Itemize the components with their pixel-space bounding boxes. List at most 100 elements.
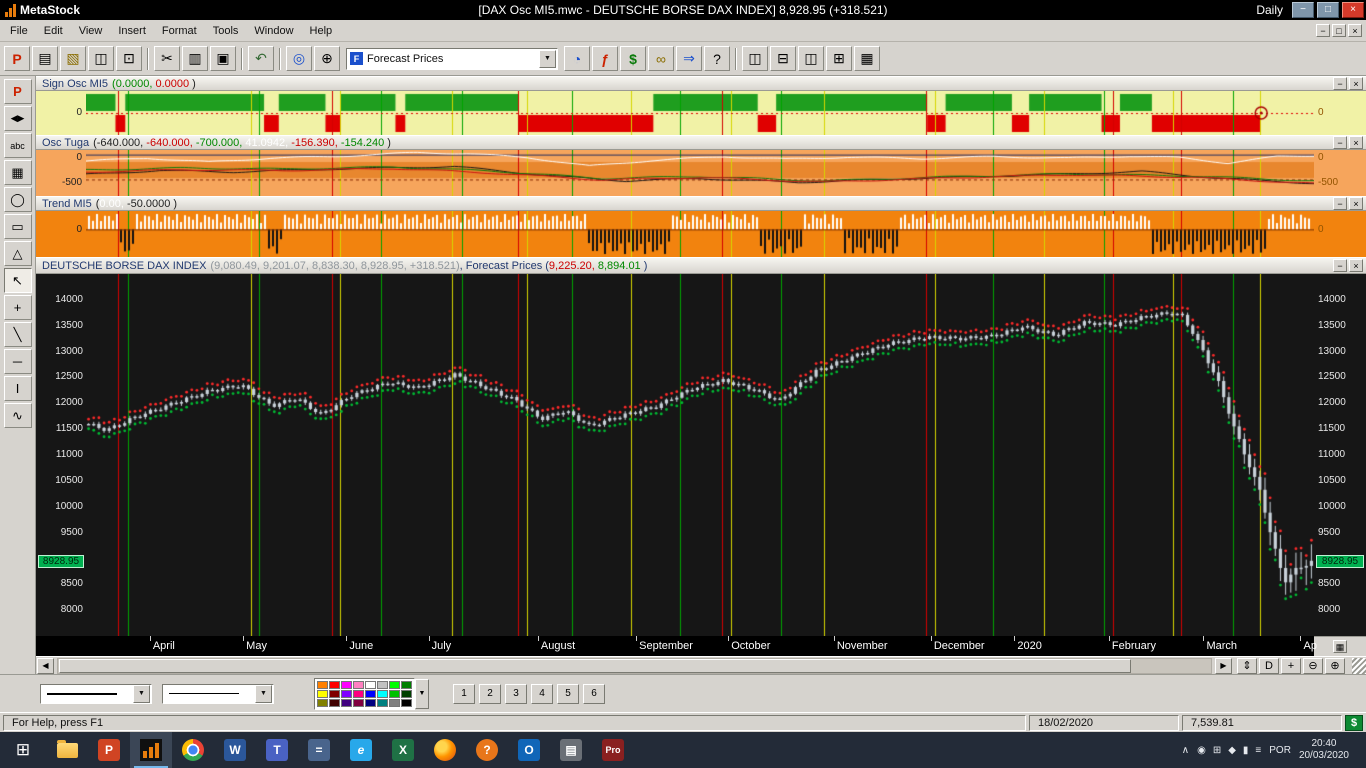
- text-cursor-tool-button[interactable]: I: [3, 376, 32, 401]
- crosshair-button[interactable]: ◎: [286, 46, 312, 71]
- panel-minimize-button[interactable]: −: [1333, 136, 1347, 149]
- color-swatch[interactable]: [365, 698, 376, 707]
- start-button[interactable]: ⊞: [0, 732, 46, 768]
- color-swatch[interactable]: [389, 680, 400, 689]
- close-button[interactable]: ×: [1342, 2, 1364, 18]
- taskbar-metastock[interactable]: [130, 732, 172, 768]
- color-swatch[interactable]: [317, 689, 328, 698]
- taskbar-pro[interactable]: Pro: [592, 732, 634, 768]
- grid-tool-button[interactable]: ▦: [3, 160, 32, 185]
- color-swatch[interactable]: [365, 680, 376, 689]
- tray-icon[interactable]: ≡: [1255, 745, 1261, 756]
- panel-close-button[interactable]: ×: [1349, 136, 1363, 149]
- horizontal-line-tool-button[interactable]: ─: [3, 349, 32, 374]
- cascade-windows-button[interactable]: ◫: [742, 46, 768, 71]
- rectangle-tool-button[interactable]: ▭: [3, 214, 32, 239]
- panel-osc-tuga-header[interactable]: Osc Tuga (-640.000, -640.000, -700.000, …: [36, 135, 1366, 150]
- panel-close-button[interactable]: ×: [1349, 197, 1363, 210]
- price-chart[interactable]: [86, 274, 1314, 636]
- menu-view[interactable]: View: [71, 22, 111, 40]
- panel-minimize-button[interactable]: −: [1333, 197, 1347, 210]
- menu-window[interactable]: Window: [246, 22, 301, 40]
- color-swatch[interactable]: [389, 698, 400, 707]
- color-swatch[interactable]: [329, 680, 340, 689]
- chart-properties-button[interactable]: ▦: [1333, 640, 1347, 653]
- color-palette[interactable]: [314, 677, 415, 710]
- print-button[interactable]: ◫: [88, 46, 114, 71]
- chart-template-1-button[interactable]: 1: [453, 683, 475, 704]
- color-swatch[interactable]: [365, 689, 376, 698]
- taskbar-clock[interactable]: 20:40 20/03/2020: [1299, 738, 1349, 763]
- taskbar-word[interactable]: W: [214, 732, 256, 768]
- paste-button[interactable]: ▣: [210, 46, 236, 71]
- price-left-axis[interactable]: 14000 13500 13000 12500 12000 11500 11000 10500…: [36, 274, 86, 636]
- menu-file[interactable]: File: [2, 22, 36, 40]
- color-swatch[interactable]: [401, 689, 412, 698]
- zoom-button[interactable]: ⊕: [314, 46, 340, 71]
- dock-arrows-button[interactable]: ◀▶: [3, 106, 32, 131]
- panel-price-header[interactable]: DEUTSCHE BORSE DAX INDEX (9,080.49, 9,20…: [36, 257, 1366, 274]
- price-right-axis[interactable]: 14000 13500 13000 12500 12000 11500 11000 10500…: [1314, 274, 1366, 636]
- scan-button[interactable]: ∞: [648, 46, 674, 71]
- explorer-button[interactable]: ◔: [564, 46, 590, 71]
- horizontal-scrollbar[interactable]: ◀ ▶ ⇕ D + ⊖ ⊕: [36, 656, 1366, 674]
- color-swatch[interactable]: [353, 680, 364, 689]
- chevron-down-icon[interactable]: ▼: [539, 49, 556, 68]
- open-chart-button[interactable]: ▧: [60, 46, 86, 71]
- tray-icon[interactable]: ▮: [1243, 745, 1249, 756]
- chevron-down-icon[interactable]: ▼: [133, 684, 150, 703]
- metastock-menu-button[interactable]: P: [4, 46, 30, 71]
- line-weight-select[interactable]: ▼: [162, 683, 274, 704]
- panel-trend-header[interactable]: Trend MI5 (0.00, -50.0000 ) − ×: [36, 196, 1366, 211]
- scroll-right-button[interactable]: ▶: [1215, 657, 1232, 674]
- expert-advisor-button[interactable]: $: [620, 46, 646, 71]
- child-close-button[interactable]: ×: [1348, 24, 1362, 37]
- restore-button[interactable]: □: [1317, 2, 1339, 18]
- trend-mi5-chart[interactable]: [86, 211, 1314, 257]
- child-minimize-button[interactable]: −: [1316, 24, 1330, 37]
- zoom-in-button[interactable]: ⊕: [1325, 657, 1345, 674]
- color-swatch[interactable]: [377, 698, 388, 707]
- color-swatch[interactable]: [401, 680, 412, 689]
- tile-vertical-button[interactable]: ◫: [798, 46, 824, 71]
- taskbar-outlook[interactable]: O: [508, 732, 550, 768]
- time-axis[interactable]: April May June July August September October No…: [36, 636, 1366, 656]
- palette-dropdown-button[interactable]: ▼: [415, 678, 429, 709]
- panel-close-button[interactable]: ×: [1349, 77, 1363, 90]
- taskbar-powerpoint[interactable]: P: [88, 732, 130, 768]
- color-swatch[interactable]: [341, 698, 352, 707]
- pan-button[interactable]: +: [1281, 657, 1301, 674]
- vertical-scale-button[interactable]: ⇕: [1237, 657, 1257, 674]
- chart-template-4-button[interactable]: 4: [531, 683, 553, 704]
- chart-template-2-button[interactable]: 2: [479, 683, 501, 704]
- color-swatch[interactable]: [341, 689, 352, 698]
- cut-button[interactable]: ✂: [154, 46, 180, 71]
- menu-insert[interactable]: Insert: [110, 22, 154, 40]
- taskbar-chrome[interactable]: [172, 732, 214, 768]
- copy-button[interactable]: ▥: [182, 46, 208, 71]
- child-restore-button[interactable]: □: [1332, 24, 1346, 37]
- new-chart-button[interactable]: ▤: [32, 46, 58, 71]
- taskbar-firefox[interactable]: [424, 732, 466, 768]
- panel-minimize-button[interactable]: −: [1333, 259, 1347, 272]
- minimize-button[interactable]: −: [1292, 2, 1314, 18]
- taskbar-file-explorer[interactable]: [46, 732, 88, 768]
- chart-template-5-button[interactable]: 5: [557, 683, 579, 704]
- zoom-page-button[interactable]: ⊡: [116, 46, 142, 71]
- scroll-left-button[interactable]: ◀: [37, 657, 54, 674]
- zoom-out-button[interactable]: ⊖: [1303, 657, 1323, 674]
- tray-expand-icon[interactable]: ∧: [1182, 745, 1189, 756]
- downloader-button[interactable]: ⇒: [676, 46, 702, 71]
- line-style-select[interactable]: ▼: [40, 683, 152, 704]
- color-swatch[interactable]: [341, 680, 352, 689]
- trendline-tool-button[interactable]: ╲: [3, 322, 32, 347]
- panel-close-button[interactable]: ×: [1349, 259, 1363, 272]
- color-swatch[interactable]: [329, 689, 340, 698]
- menu-help[interactable]: Help: [302, 22, 341, 40]
- indicator-builder-button[interactable]: ƒ: [592, 46, 618, 71]
- taskbar-printer[interactable]: ▤: [550, 732, 592, 768]
- chart-template-3-button[interactable]: 3: [505, 683, 527, 704]
- tile-horizontal-button[interactable]: ⊟: [770, 46, 796, 71]
- taskbar-help[interactable]: ?: [466, 732, 508, 768]
- color-swatch[interactable]: [317, 680, 328, 689]
